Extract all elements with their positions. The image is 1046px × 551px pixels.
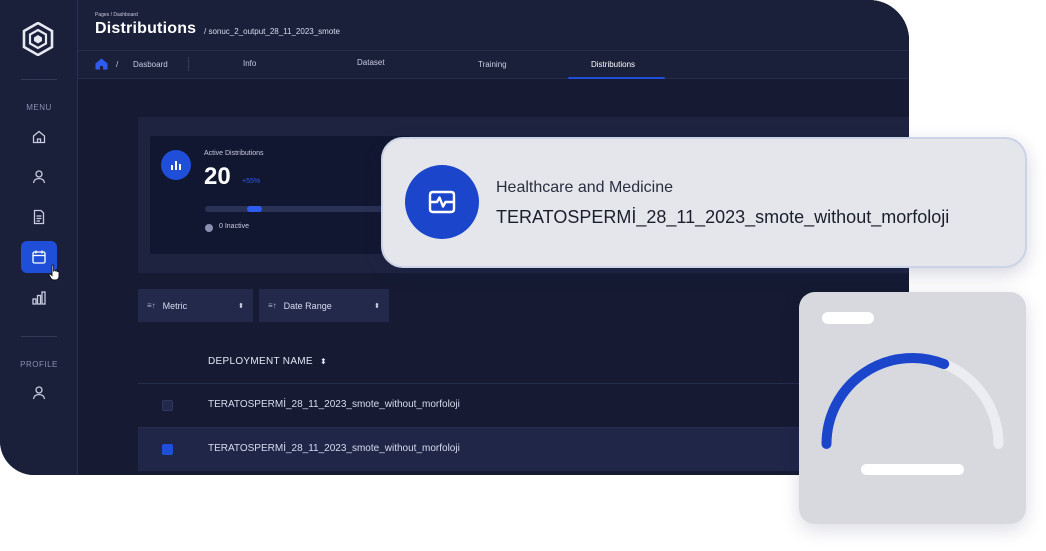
tab-training[interactable]: Training: [478, 60, 507, 69]
tab-divider: [188, 57, 189, 71]
logo-icon: [22, 22, 54, 56]
topbar: Pages / Dashboard Distributions / sonuc_…: [78, 0, 909, 50]
bar-chart-icon: [161, 150, 191, 180]
sidebar-divider: [21, 79, 57, 80]
tab-dataset[interactable]: Dataset: [357, 58, 385, 67]
sidebar: MENU PROFILE: [0, 0, 78, 475]
gauge-track: [821, 353, 1004, 449]
tab-info[interactable]: Info: [243, 59, 256, 68]
row-checkbox[interactable]: [162, 400, 173, 411]
breadcrumb: Pages / Dashboard: [95, 12, 138, 18]
breadcrumb-separator: /: [116, 60, 119, 69]
column-header-label: DEPLOYMENT NAME: [208, 356, 313, 367]
page-title: Distributions: [95, 20, 197, 37]
caret-icon: ⬍: [238, 302, 244, 310]
tab-distributions[interactable]: Distributions: [591, 60, 635, 69]
stat-label: Active Distributions: [204, 150, 264, 157]
stat-progress-bar: [205, 206, 390, 212]
deployment-name: TERATOSPERMİ_28_11_2023_smote_without_mo…: [208, 443, 460, 454]
date-range-filter[interactable]: ≡↑ Date Range ⬍: [259, 289, 389, 322]
user-icon: [32, 170, 46, 184]
calendar-icon: [32, 250, 46, 264]
bar-chart-icon: [32, 291, 46, 305]
table-row[interactable]: TERATOSPERMİ_28_11_2023_smote_without_mo…: [138, 384, 898, 427]
sidebar-item-analytics[interactable]: [21, 282, 57, 314]
overlay-deployment-name: TERATOSPERMİ_28_11_2023_smote_without_mo…: [496, 207, 950, 227]
table-row[interactable]: TERATOSPERMİ_28_11_2023_smote_without_mo…: [138, 428, 898, 471]
metric-filter-label: Metric: [162, 300, 188, 311]
active-tab-indicator: [568, 77, 665, 79]
heartbeat-icon: [405, 165, 479, 239]
home-icon: [32, 130, 46, 144]
user-icon: [32, 386, 46, 400]
metric-filter[interactable]: ≡↑ Metric ⬍: [138, 289, 253, 322]
stage: MENU PROFILE Pages / Dashboard Distribut…: [0, 0, 1046, 551]
document-icon: [33, 209, 45, 225]
inactive-count: 0 Inactive: [219, 223, 249, 230]
gauge-card: [799, 292, 1026, 524]
table-header-deployment-name[interactable]: DEPLOYMENT NAME ⬍: [208, 356, 327, 367]
row-checkbox[interactable]: [162, 444, 173, 455]
sidebar-item-user[interactable]: [21, 161, 57, 193]
breadcrumb-dashboard-link[interactable]: Dasboard: [133, 60, 168, 69]
stat-value: 20: [204, 163, 231, 190]
sort-icon: ≡↑: [268, 301, 277, 310]
gauge-value-arc: [821, 353, 950, 449]
sidebar-item-document[interactable]: [21, 201, 57, 233]
gauge-chart: [821, 353, 1004, 449]
deployment-name: TERATOSPERMİ_28_11_2023_smote_without_mo…: [208, 399, 460, 410]
sort-icon: ⬍: [319, 357, 327, 366]
sidebar-item-home[interactable]: [21, 121, 57, 153]
minus-circle-icon: [205, 224, 213, 232]
deployment-overlay-card: Healthcare and Medicine TERATOSPERMİ_28_…: [381, 137, 1027, 268]
tab-bar: / Dasboard Info Dataset Training Distrib…: [78, 50, 909, 79]
sidebar-divider: [21, 336, 57, 337]
date-range-filter-label: Date Range: [283, 300, 332, 311]
stat-delta: +55%: [242, 178, 261, 185]
home-icon[interactable]: [95, 58, 108, 70]
overlay-category: Healthcare and Medicine: [496, 179, 673, 196]
profile-section-label: PROFILE: [20, 360, 58, 369]
menu-section-label: MENU: [26, 103, 52, 112]
gauge-value-placeholder: [861, 464, 964, 475]
stat-progress-fill: [247, 206, 262, 212]
sort-icon: ≡↑: [147, 301, 156, 310]
output-path: / sonuc_2_output_28_11_2023_smote: [204, 27, 340, 36]
pointer-cursor-icon: [48, 264, 60, 281]
active-distributions-card: Active Distributions 20 +55% 0 Inactive: [150, 136, 410, 254]
caret-icon: ⬍: [374, 302, 380, 310]
sidebar-item-profile[interactable]: [21, 377, 57, 409]
